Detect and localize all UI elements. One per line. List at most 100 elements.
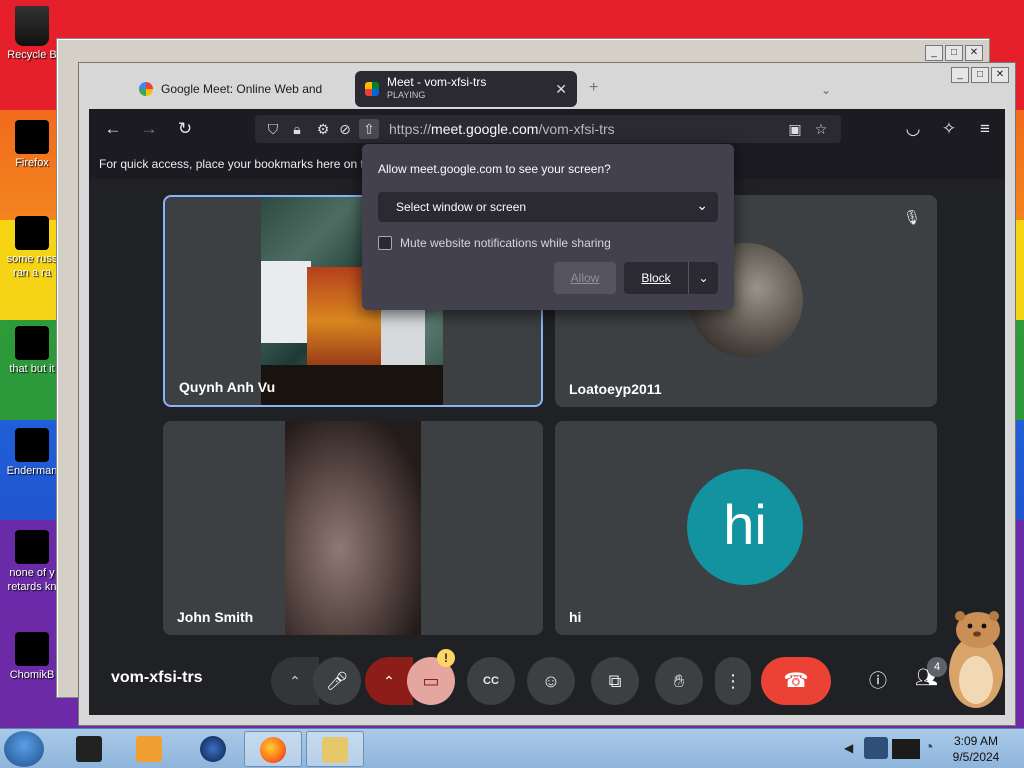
back-arrow-icon[interactable]: ← xyxy=(103,119,123,139)
tab-playing-label: PLAYING xyxy=(387,90,426,100)
participant-tile[interactable]: John Smith xyxy=(163,421,543,635)
minimize-button[interactable]: _ xyxy=(925,45,943,61)
desktop-icon-chomik[interactable]: ChomikB xyxy=(2,632,62,682)
lock-icon[interactable]: 🔒︎ xyxy=(287,119,307,139)
meeting-code: vom-xfsi-trs xyxy=(111,669,203,686)
end-call-button[interactable]: ☎︎ xyxy=(761,657,831,705)
video-content xyxy=(261,261,311,343)
desktop-icon-recycle-bin[interactable]: Recycle B xyxy=(2,6,62,62)
reader-view-icon[interactable]: ▣ xyxy=(785,119,805,139)
start-button[interactable] xyxy=(4,731,44,767)
microphone-icon[interactable]: 🎤︎ xyxy=(313,657,361,705)
raise-hand-icon[interactable]: ✋︎ xyxy=(655,657,703,705)
tab-title: Google Meet: Online Web and xyxy=(161,82,323,96)
extensions-icon[interactable]: ✧ xyxy=(939,119,959,139)
block-button[interactable]: Block xyxy=(624,262,688,294)
desktop-icon-enderman[interactable]: Enderman xyxy=(2,428,62,478)
maximize-button[interactable]: □ xyxy=(945,45,963,61)
taskbar-app-globe[interactable] xyxy=(184,731,242,767)
new-tab-icon[interactable]: + xyxy=(589,79,598,97)
desktop-icon-none-of-y[interactable]: none of y retards kn xyxy=(2,530,62,594)
tray-network-icon[interactable]: ◔ xyxy=(924,739,934,757)
taskbar-app-media-player[interactable] xyxy=(120,731,178,767)
media-player-icon xyxy=(136,736,162,762)
participant-tile[interactable]: hi hi xyxy=(555,421,937,635)
hamster-sticker xyxy=(949,611,1003,708)
mic-off-icon: 🎙︎ xyxy=(903,209,921,225)
terminal-icon xyxy=(76,736,102,762)
maximize-button[interactable]: □ xyxy=(971,67,989,83)
desktop-icon-some-russ[interactable]: some russ ran a ra xyxy=(2,216,62,280)
system-tray: ◀ ◔ 3:09 AM 9/5/2024 xyxy=(840,729,1024,768)
shield-icon[interactable]: ⛉ xyxy=(263,119,283,139)
screen-select-dropdown[interactable]: Select window or screen ⌄ xyxy=(378,192,718,222)
participant-avatar: hi xyxy=(687,469,803,585)
desktop-icon-firefox[interactable]: Firefox xyxy=(2,120,62,170)
autoplay-blocked-icon[interactable]: ⊘ xyxy=(335,119,355,139)
desktop-icon-label: Recycle B xyxy=(7,49,57,61)
reload-icon[interactable]: ↻ xyxy=(175,119,195,139)
present-screen-icon[interactable]: ⧉ xyxy=(591,657,639,705)
clock-time: 3:09 AM xyxy=(953,734,999,748)
screen-share-permission-popup: Allow meet.google.com to see your screen… xyxy=(362,144,734,310)
desktop-icon-that-but-it[interactable]: that but it xyxy=(2,326,62,376)
meeting-info-icon[interactable]: ⓘ xyxy=(869,667,887,693)
forward-arrow-icon[interactable]: → xyxy=(139,119,159,139)
screen-share-icon[interactable]: ⇧ xyxy=(359,119,379,139)
taskbar-app-explorer[interactable] xyxy=(306,731,364,767)
list-all-tabs-icon[interactable]: ⌄ xyxy=(821,83,831,97)
clock-date: 9/5/2024 xyxy=(952,750,1000,764)
firefox-icon xyxy=(15,120,49,154)
participant-name: Loatoeyp2011 xyxy=(569,381,662,397)
address-bar[interactable]: ⛉ 🔒︎ ⚙︎ ⊘ ⇧ https://meet.google.com/vom-… xyxy=(255,115,841,143)
allow-button[interactable]: Allow xyxy=(554,262,616,294)
participant-name: Quynh Anh Vu xyxy=(179,379,276,395)
mute-notifications-checkbox[interactable]: Mute website notifications while sharing xyxy=(378,236,611,250)
pocket-icon[interactable]: ◡ xyxy=(903,119,923,139)
block-options-chevron-icon[interactable]: ⌄ xyxy=(688,262,718,294)
tray-monitor-icon[interactable] xyxy=(892,739,920,759)
tab-meet-call[interactable]: Meet - vom-xfsi-trs PLAYING ✕ xyxy=(355,71,577,107)
google-meet-icon xyxy=(365,82,379,96)
more-options-icon[interactable]: ⋮ xyxy=(715,657,751,705)
tab-bar: Google Meet: Online Web and Meet - vom-x… xyxy=(89,69,959,109)
call-controls-bar: vom-xfsi-trs ⌃ 🎤︎ ⌃ ▭ ! CC ☺ ⧉ ✋︎ ⋮ ☎︎ ⓘ… xyxy=(89,649,1005,715)
permissions-icon[interactable]: ⚙︎ xyxy=(313,119,333,139)
folder-icon xyxy=(15,326,49,360)
window-controls: _ □ ✕ xyxy=(951,67,1009,83)
tray-expand-icon[interactable]: ◀ xyxy=(844,741,853,755)
video-options-chevron-icon[interactable]: ⌃ xyxy=(365,657,413,705)
clock[interactable]: 3:09 AM 9/5/2024 xyxy=(946,733,1006,765)
taskbar-app-firefox[interactable] xyxy=(244,731,302,767)
tray-app-icon[interactable] xyxy=(864,737,888,759)
captions-icon[interactable]: CC xyxy=(467,657,515,705)
document-icon xyxy=(15,216,49,250)
menu-icon[interactable]: ≡ xyxy=(975,119,995,139)
checkbox-box[interactable] xyxy=(378,236,392,250)
screen-select-value: Select window or screen xyxy=(396,200,527,214)
audio-options-chevron-icon[interactable]: ⌃ xyxy=(271,657,319,705)
globe-icon xyxy=(200,736,226,762)
checkbox-label: Mute website notifications while sharing xyxy=(400,236,611,250)
chevron-down-icon: ⌄ xyxy=(696,197,708,213)
tab-google-meet-home[interactable]: Google Meet: Online Web and xyxy=(129,71,353,107)
bookmark-star-icon[interactable]: ☆ xyxy=(811,119,831,139)
desktop-icon-label: Firefox xyxy=(15,157,49,169)
firefox-icon xyxy=(260,737,286,763)
desktop-icon-label: none of y retards kn xyxy=(7,567,57,593)
close-button[interactable]: ✕ xyxy=(965,45,983,61)
emoji-reaction-icon[interactable]: ☺ xyxy=(527,657,575,705)
desktop-icon-label: some russ ran a ra xyxy=(6,253,58,279)
taskbar-app-terminal[interactable] xyxy=(60,731,118,767)
window-controls: _ □ ✕ xyxy=(925,45,983,61)
desktop-icon-label: that but it xyxy=(9,363,55,375)
participant-name: hi xyxy=(569,609,582,625)
warning-icon: ! xyxy=(437,649,455,667)
tab-close-icon[interactable]: ✕ xyxy=(555,81,567,98)
recycle-bin-icon xyxy=(15,6,49,46)
tab-title: Meet - vom-xfsi-trs xyxy=(387,76,487,89)
video-content xyxy=(261,365,443,405)
participant-name: John Smith xyxy=(177,609,254,625)
url-text: https://meet.google.com/vom-xfsi-trs xyxy=(389,121,615,137)
close-button[interactable]: ✕ xyxy=(991,67,1009,83)
